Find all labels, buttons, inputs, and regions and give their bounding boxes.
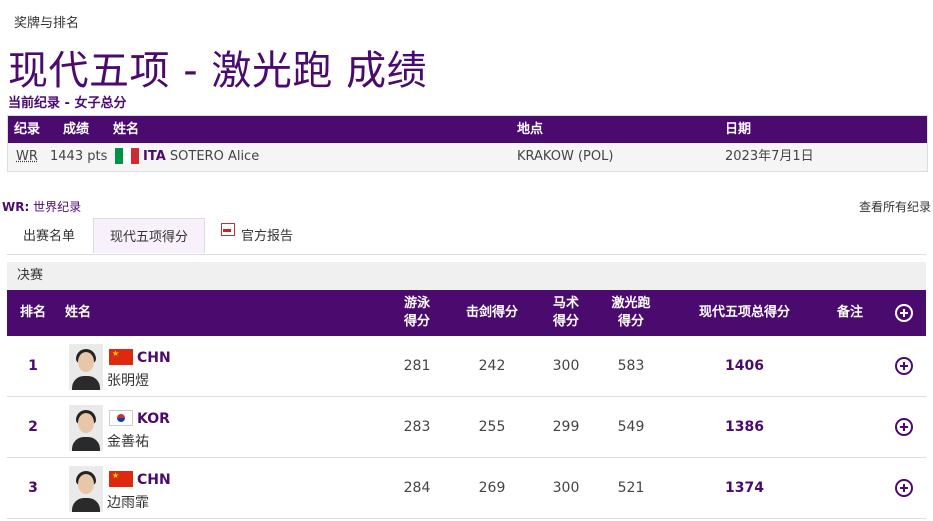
record-date: 2023年7月1日 <box>725 149 814 164</box>
athlete-name[interactable]: 张明煜 <box>107 370 149 390</box>
tab-official-report-label: 官方报告 <box>241 229 294 244</box>
riding-points: 300 <box>552 358 580 374</box>
hdr-total: 现代五项总得分 <box>698 305 790 320</box>
riding-points: 300 <box>552 480 580 496</box>
view-all-records-link[interactable]: 查看所有纪录 <box>859 198 931 215</box>
laser-points: 521 <box>617 480 645 496</box>
tab-start-list[interactable]: 出赛名单 <box>7 218 91 253</box>
phase-text: 决赛 <box>17 268 44 283</box>
hdr-laser: 激光跑 得分 <box>603 290 659 336</box>
hdr-riding-2: 得分 <box>552 314 579 329</box>
plus-circle-icon <box>895 479 913 497</box>
riding-points: 299 <box>552 419 580 435</box>
col-score: 成绩 <box>63 122 90 137</box>
athlete-photo <box>69 466 103 512</box>
tab-official-report[interactable]: 官方报告 <box>205 218 309 253</box>
hdr-fencing: 击剑得分 <box>465 305 518 320</box>
record-athlete-name: SOTERO Alice <box>169 149 260 164</box>
athlete-photo <box>69 344 103 390</box>
record-score: 1443 pts <box>50 149 108 164</box>
tab-pentathlon-points[interactable]: 现代五项得分 <box>93 218 205 253</box>
expand-row-button[interactable] <box>889 458 919 518</box>
hdr-swim: 游泳 得分 <box>392 290 442 336</box>
rank: 2 <box>28 419 38 435</box>
korea-flag-icon <box>109 410 133 426</box>
tab-bar: 出赛名单 现代五项得分 官方报告 <box>7 218 926 255</box>
hdr-riding-1: 马术 <box>552 296 579 311</box>
laser-points: 549 <box>617 419 645 435</box>
swim-points: 284 <box>403 480 431 496</box>
plus-circle-icon <box>895 418 913 436</box>
table-row[interactable]: 1 CHN 张明煜 281 242 300 583 1406 <box>7 336 926 397</box>
table-row[interactable]: 2 KOR 金善祐 283 255 299 549 1386 <box>7 397 926 458</box>
table-row[interactable]: 3 CHN 边雨霏 284 269 300 521 1374 <box>7 458 926 519</box>
fencing-points: 255 <box>478 419 506 435</box>
hdr-swim-1: 游泳 <box>403 296 430 311</box>
note <box>827 458 873 518</box>
wr-legend: WR: 世界纪录 <box>2 198 81 215</box>
fencing-points: 269 <box>478 480 506 496</box>
swim-points: 283 <box>403 419 431 435</box>
china-flag-icon <box>109 349 133 365</box>
expand-all-button[interactable] <box>889 290 919 336</box>
note <box>827 336 873 396</box>
col-name: 姓名 <box>113 122 140 137</box>
laser-points: 583 <box>617 358 645 374</box>
hdr-rank: 排名 <box>19 305 46 320</box>
rank: 3 <box>28 480 38 496</box>
athlete-noc[interactable]: KOR <box>109 410 170 427</box>
athlete-photo <box>69 405 103 451</box>
record-row: WR 1443 pts ITA SOTERO Alice KRAKOW (POL… <box>8 143 927 171</box>
record-athlete[interactable]: ITA SOTERO Alice <box>115 143 259 171</box>
hdr-swim-2: 得分 <box>403 314 430 329</box>
china-flag-icon <box>109 471 133 487</box>
athlete-name[interactable]: 边雨霏 <box>107 492 149 512</box>
col-location: 地点 <box>517 122 544 137</box>
col-date: 日期 <box>725 122 752 137</box>
wr-meaning: 世界纪录 <box>29 200 82 214</box>
record-type[interactable]: WR <box>16 143 38 171</box>
noc-code: KOR <box>137 411 170 427</box>
swim-points: 281 <box>403 358 431 374</box>
hdr-laser-1: 激光跑 <box>611 296 651 311</box>
hdr-note: 备注 <box>836 305 863 320</box>
rank: 1 <box>28 358 38 374</box>
hdr-name: 姓名 <box>65 305 92 320</box>
breadcrumb[interactable]: 奖牌与排名 <box>14 12 79 31</box>
pdf-icon <box>221 223 235 236</box>
page-title: 现代五项 - 激光跑 成绩 <box>8 48 428 94</box>
results-table: 排名 姓名 游泳得分 击剑得分 马术得分 激光跑得分 现代五项总得分 备注 1 … <box>7 290 926 519</box>
plus-circle-icon <box>895 304 913 322</box>
athlete-noc[interactable]: CHN <box>109 471 171 488</box>
wr-abbr: WR: <box>2 200 30 214</box>
records-table: 纪录 成绩 姓名 地点 日期 WR 1443 pts ITA SOTERO Al… <box>7 115 928 172</box>
records-header: 纪录 成绩 姓名 地点 日期 <box>8 116 927 143</box>
fencing-points: 242 <box>478 358 506 374</box>
italy-flag-icon <box>115 147 139 164</box>
plus-circle-icon <box>895 357 913 375</box>
total-points: 1406 <box>725 358 764 374</box>
phase-label: 决赛 <box>7 262 926 290</box>
results-header: 排名 姓名 游泳得分 击剑得分 马术得分 激光跑得分 现代五项总得分 备注 <box>7 290 926 336</box>
total-points: 1374 <box>725 480 764 496</box>
athlete-name[interactable]: 金善祐 <box>107 431 149 451</box>
record-location: KRAKOW (POL) <box>517 149 614 164</box>
col-record: 纪录 <box>14 122 41 137</box>
noc-code: CHN <box>137 472 171 488</box>
hdr-riding: 马术 得分 <box>541 290 591 336</box>
expand-row-button[interactable] <box>889 336 919 396</box>
expand-row-button[interactable] <box>889 397 919 457</box>
record-noc: ITA <box>143 149 166 164</box>
note <box>827 397 873 457</box>
noc-code: CHN <box>137 350 171 366</box>
total-points: 1386 <box>725 419 764 435</box>
athlete-noc[interactable]: CHN <box>109 349 171 366</box>
records-subtitle: 当前纪录 - 女子总分 <box>8 96 127 111</box>
hdr-laser-2: 得分 <box>617 314 644 329</box>
